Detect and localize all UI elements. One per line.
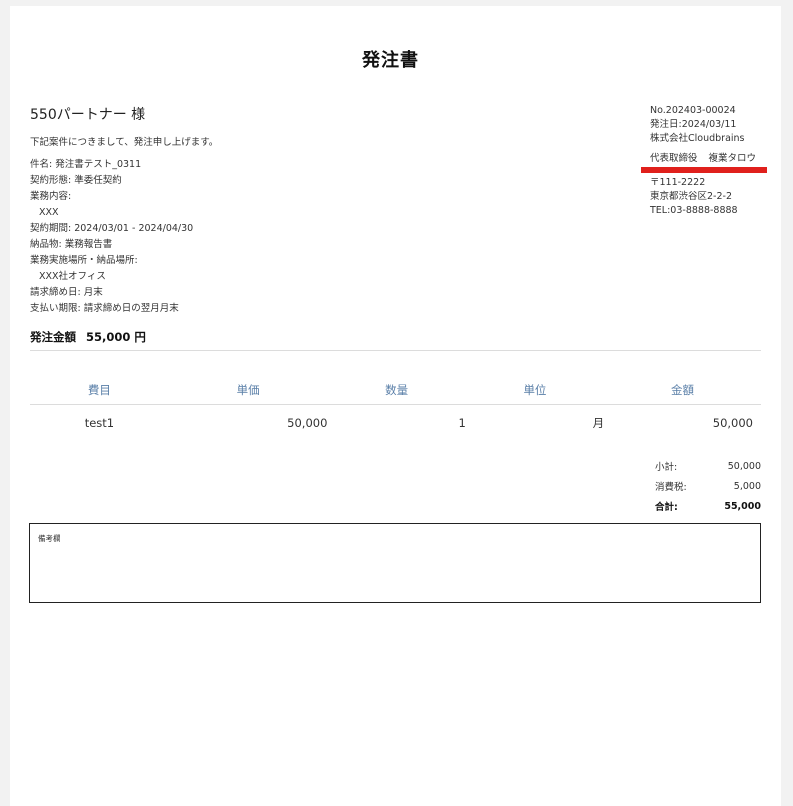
detail-contract-type: 契約形態: 準委任契約 (30, 175, 122, 186)
detail-billing-cutoff: 請求締め日: 月末 (30, 287, 103, 298)
header-item: 費目 (30, 376, 169, 405)
rep-title: 代表取締役 (650, 153, 698, 164)
tax-label: 消費税: (655, 482, 687, 493)
order-amount-label: 発注金額 (30, 330, 76, 344)
order-amount-value: 55,000 円 (86, 330, 146, 344)
detail-location-label: 業務実施場所・納品場所: (30, 255, 138, 266)
total-row: 合計: 55,000 (655, 496, 761, 516)
header-unit: 単位 (465, 376, 605, 405)
cell-amount: 50,000 (712, 416, 753, 430)
header-quantity: 数量 (327, 376, 466, 405)
subtotal-row: 小計: 50,000 (655, 456, 761, 476)
issuer-address: 東京都渋谷区2-2-2 (650, 191, 732, 202)
total-label: 合計: (655, 502, 678, 513)
order-details: 件名: 発注書テスト_0311 契約形態: 準委任契約 業務内容: XXX 契約… (30, 157, 193, 317)
cell-unit-price: 50,000 (287, 416, 328, 430)
detail-subject: 件名: 発注書テスト_0311 (30, 159, 142, 170)
intro-text: 下記案件につきまして、発注申し上げます。 (30, 137, 219, 148)
highlight-underline (641, 167, 767, 173)
notes-box: 備考欄 (29, 523, 761, 603)
document-title: 発注書 (362, 50, 419, 71)
header-unit-price: 単価 (168, 376, 328, 405)
order-date: 発注日:2024/03/11 (650, 119, 737, 130)
notes-label: 備考欄 (38, 534, 61, 543)
order-number: No.202403-00024 (650, 105, 736, 116)
totals-block: 小計: 50,000 消費税: 5,000 合計: 55,000 (655, 456, 761, 516)
cell-item: test1 (84, 416, 115, 430)
detail-location-value: XXX社オフィス (39, 271, 106, 282)
issuer-address-block: 〒111-2222 東京都渋谷区2-2-2 TEL:03-8888-8888 (650, 176, 738, 218)
detail-work-value: XXX (39, 207, 59, 218)
recipient-name: 550パートナー 様 (30, 107, 146, 123)
total-value: 55,000 (724, 500, 761, 512)
order-amount: 発注金額 55,000 円 (30, 329, 152, 345)
subtotal-value: 50,000 (727, 460, 761, 472)
rep-name: 複業タロウ (708, 153, 757, 164)
table-row: test1 50,000 1 月 50,000 (30, 405, 761, 442)
detail-contract-period: 契約期間: 2024/03/01 - 2024/04/30 (30, 223, 194, 234)
table-header-row: 費目 単価 数量 単位 金額 (30, 376, 761, 405)
cell-quantity: 1 (458, 416, 466, 430)
issuer-block: No.202403-00024 発注日:2024/03/11 株式会社Cloud… (650, 104, 767, 166)
detail-payment-deadline: 支払い期限: 請求締め日の翌月月末 (30, 303, 179, 314)
tax-value: 5,000 (733, 480, 761, 492)
divider (30, 350, 761, 351)
subtotal-label: 小計: (655, 462, 678, 473)
items-table: 費目 単価 数量 単位 金額 test1 50,000 1 月 50,000 (30, 376, 761, 441)
issuer-company: 株式会社Cloudbrains (650, 133, 745, 144)
detail-deliverable: 納品物: 業務報告書 (30, 239, 113, 250)
issuer-representative: 代表取締役 複業タロウ (650, 152, 767, 166)
detail-work-label: 業務内容: (30, 191, 72, 202)
cell-unit: 月 (592, 416, 605, 430)
header-amount: 金額 (604, 376, 761, 405)
issuer-tel: TEL:03-8888-8888 (650, 205, 738, 216)
issuer-postal: 〒111-2222 (650, 177, 706, 188)
tax-row: 消費税: 5,000 (655, 476, 761, 496)
